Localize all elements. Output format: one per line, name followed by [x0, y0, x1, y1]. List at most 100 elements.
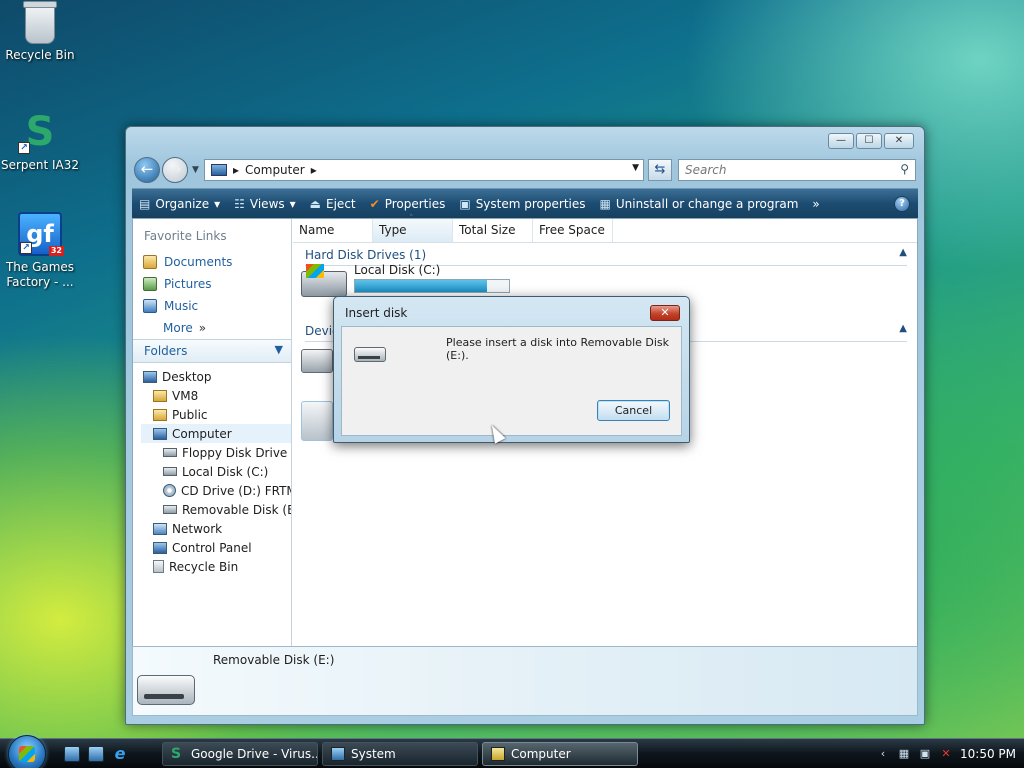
switch-windows-icon[interactable]: [88, 746, 104, 762]
tray-expand-icon[interactable]: ‹: [876, 747, 890, 761]
desktop-icon-label-line2: Factory - ...: [6, 275, 74, 289]
desktop-icon-games-factory[interactable]: gf 32 ↗ The Games Factory - ...: [0, 212, 80, 290]
dialog-close-button[interactable]: ✕: [650, 305, 680, 321]
desktop-icon-serpent[interactable]: S ↗ Serpent IA32: [0, 110, 80, 173]
forward-button[interactable]: →: [162, 157, 188, 183]
folders-header[interactable]: Folders ▼: [133, 339, 291, 363]
tree-item-floppy[interactable]: Floppy Disk Drive (A: [141, 443, 291, 462]
refresh-button[interactable]: ⇆: [648, 159, 672, 181]
column-type[interactable]: Type: [373, 214, 453, 242]
favorite-link-pictures[interactable]: Pictures: [141, 273, 287, 295]
desktop-icon: [143, 370, 157, 383]
favorite-link-documents[interactable]: Documents: [141, 251, 287, 273]
taskbar: e S Google Drive - Virus... System Comput…: [0, 735, 1024, 768]
recycle-bin-icon: [23, 1, 57, 44]
tree-item-computer[interactable]: Computer: [141, 424, 291, 443]
navigation-pane: Favorite Links Documents Pictures Music …: [133, 219, 292, 647]
help-icon[interactable]: ?: [894, 195, 910, 212]
show-desktop-icon[interactable]: [64, 746, 80, 762]
search-placeholder: Search: [685, 163, 727, 177]
maximize-button[interactable]: ☐: [856, 133, 882, 149]
user-folder-icon: [153, 389, 167, 402]
close-button[interactable]: ✕: [884, 133, 914, 149]
desktop-icon-label: Serpent IA32: [0, 158, 80, 172]
column-name[interactable]: Name: [293, 219, 373, 242]
monitor-check-icon: ▣: [459, 196, 471, 211]
column-free-space[interactable]: Free Space: [533, 219, 613, 242]
column-total-size[interactable]: Total Size: [453, 219, 533, 242]
shortcut-arrow-icon: ↗: [18, 142, 30, 154]
folder-tree: Desktop VM8 Public Computer Floppy Disk …: [141, 367, 291, 576]
computer-icon: [153, 427, 167, 440]
tree-item-control-panel[interactable]: Control Panel: [141, 538, 291, 557]
collapse-up-icon[interactable]: ▲: [899, 247, 907, 258]
organize-icon: ▤: [139, 196, 151, 211]
display-icon[interactable]: ▣: [918, 747, 932, 761]
recent-pages-dropdown[interactable]: ▼: [192, 165, 199, 175]
more-chevron-icon: »: [198, 321, 207, 335]
pictures-icon: [143, 277, 157, 291]
dialog-title: Insert disk: [345, 306, 408, 320]
tree-item-network[interactable]: Network: [141, 519, 291, 538]
internet-explorer-icon[interactable]: e: [112, 746, 128, 762]
chevron-down-icon: ▾: [289, 196, 296, 211]
views-icon: ☷: [234, 196, 245, 211]
desktop-icon-recycle-bin[interactable]: Recycle Bin: [0, 1, 80, 63]
checkmark-icon: ✔: [369, 196, 380, 211]
music-icon: [143, 299, 157, 313]
details-item-name: Removable Disk (E:): [213, 653, 335, 667]
system-tray: ‹ ▦ ▣ ✕ 10:50 PM: [866, 739, 1024, 768]
taskbar-button-computer[interactable]: Computer: [482, 742, 638, 766]
address-bar[interactable]: ▸ Computer ▸ ▼: [204, 159, 644, 181]
tree-item-desktop[interactable]: Desktop: [141, 367, 291, 386]
system-icon: [331, 747, 345, 761]
search-icon[interactable]: ⚲: [900, 162, 909, 176]
games-factory-logo-icon: gf 32 ↗: [18, 212, 64, 256]
organize-button[interactable]: ▤ Organize ▾: [132, 197, 227, 211]
dialog-message: Please insert a disk into Removable Disk…: [446, 336, 670, 362]
removable-disk-item[interactable]: [301, 401, 333, 441]
start-button[interactable]: [8, 735, 46, 768]
properties-button[interactable]: ✔ Properties: [363, 197, 453, 211]
explorer-folder-icon: [491, 747, 505, 761]
shortcut-arrow-icon: ↗: [20, 242, 32, 254]
tree-item-cd-drive[interactable]: CD Drive (D:) FRTMI: [141, 481, 291, 500]
favorite-links-more[interactable]: More»: [141, 317, 287, 339]
clock[interactable]: 10:50 PM: [960, 747, 1016, 761]
floppy-drive-icon: [163, 448, 177, 457]
breadcrumb-root-arrow[interactable]: ▸: [233, 163, 239, 177]
system-properties-button[interactable]: ▣ System properties: [452, 197, 592, 211]
disk-usage-bar: [354, 279, 510, 293]
favorite-link-music[interactable]: Music: [141, 295, 287, 317]
computer-icon: [211, 164, 227, 176]
collapse-up-icon[interactable]: ▲: [899, 323, 907, 334]
details-pane: Removable Disk (E:): [132, 646, 918, 716]
address-dropdown-icon[interactable]: ▼: [632, 163, 639, 173]
favorite-links-title: Favorite Links: [144, 229, 227, 243]
tree-item-vm8[interactable]: VM8: [141, 386, 291, 405]
breadcrumb-computer[interactable]: Computer: [245, 163, 305, 177]
taskbar-button-google-drive[interactable]: S Google Drive - Virus...: [162, 742, 318, 766]
toolbar-overflow-button[interactable]: »: [805, 197, 826, 211]
programs-icon: ▦: [599, 196, 611, 211]
tree-item-recycle-bin[interactable]: Recycle Bin: [141, 557, 291, 576]
tree-item-removable-disk[interactable]: Removable Disk (E:): [141, 500, 291, 519]
cancel-button[interactable]: Cancel: [597, 400, 670, 421]
volume-muted-icon[interactable]: ✕: [939, 747, 953, 761]
taskbar-button-system[interactable]: System: [322, 742, 478, 766]
desktop-icon-label-line1: The Games: [5, 260, 75, 274]
views-button[interactable]: ☷ Views ▾: [227, 197, 303, 211]
eject-button[interactable]: ⏏ Eject: [303, 197, 363, 211]
back-button[interactable]: ←: [134, 157, 160, 183]
quick-launch: e: [64, 746, 128, 762]
hard-disk-windows-icon: [301, 264, 347, 297]
minimize-button[interactable]: —: [828, 133, 854, 149]
tree-item-local-disk[interactable]: Local Disk (C:): [141, 462, 291, 481]
floppy-drive-icon[interactable]: [301, 349, 333, 373]
insert-disk-dialog: Insert disk ✕ Please insert a disk into …: [333, 296, 690, 443]
breadcrumb-arrow[interactable]: ▸: [311, 163, 317, 177]
uninstall-program-button[interactable]: ▦ Uninstall or change a program: [593, 197, 806, 211]
network-status-icon[interactable]: ▦: [897, 747, 911, 761]
search-input[interactable]: Search ⚲: [678, 159, 916, 181]
tree-item-public[interactable]: Public: [141, 405, 291, 424]
